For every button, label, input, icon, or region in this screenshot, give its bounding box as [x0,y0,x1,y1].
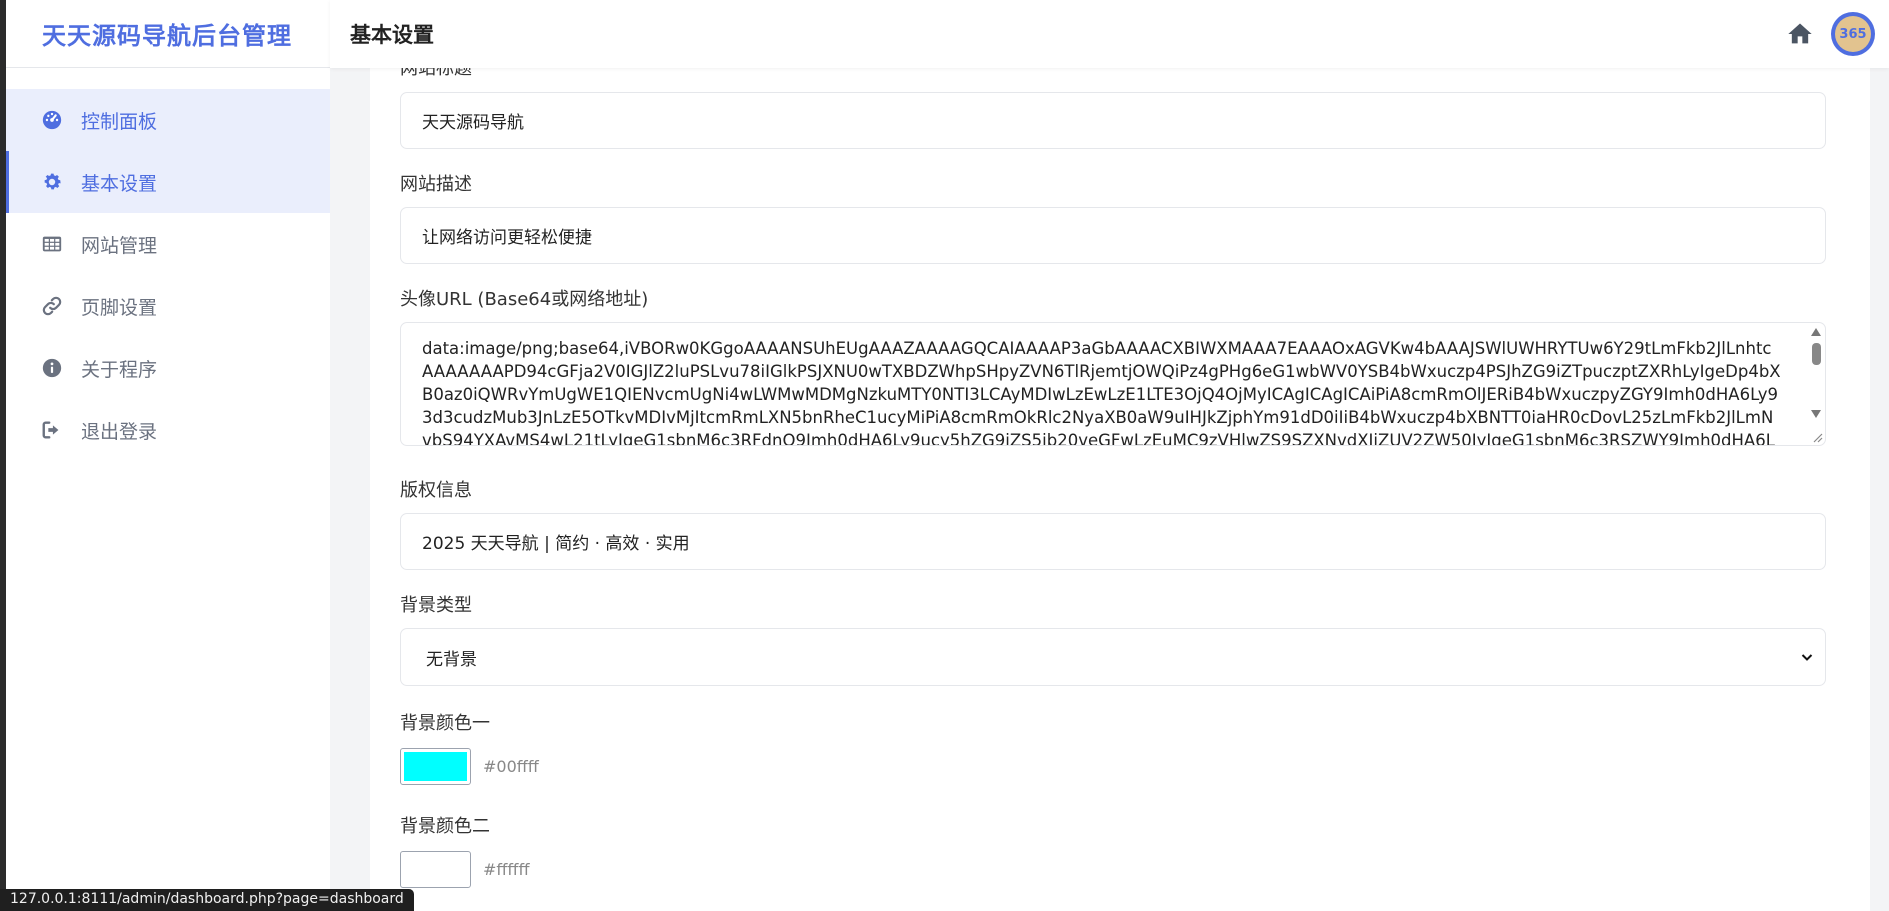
site-desc-label: 网站描述 [400,174,472,195]
sidebar-item-dashboard[interactable]: 控制面板 [6,89,330,151]
brand: 天天源码导航后台管理 [6,0,330,68]
avatar-url-text: data:image/png;base64,iVBORw0KGgoAAAANSU… [422,339,1781,446]
sidebar-item-label: 关于程序 [81,358,158,381]
bg-color1-label: 背景颜色一 [400,713,490,734]
dashboard-icon [40,108,64,132]
sidebar-item-sites[interactable]: 网站管理 [6,213,330,275]
top-actions: 365 [1785,12,1875,56]
sidebar-item-logout[interactable]: 退出登录 [6,399,330,461]
sidebar-item-label: 基本设置 [81,172,158,195]
site-desc-input[interactable]: 让网络访问更轻松便捷 [400,207,1826,264]
settings-panel: 网站标题 天天源码导航 网站描述 让网络访问更轻松便捷 头像URL (Base6… [370,0,1870,911]
bg-color1-picker[interactable] [400,748,471,785]
page-title: 基本设置 [350,23,434,47]
sidebar-item-settings[interactable]: 基本设置 [6,151,330,213]
avatar-badge: 365 [1835,16,1871,52]
sidebar-item-label: 退出登录 [81,420,158,443]
sidebar-item-label: 控制面板 [81,110,158,133]
logout-icon [40,418,64,442]
sidebar: 天天源码导航后台管理 控制面板 基本设置 网站管理 页脚设置 关于程序 退出登录 [6,0,330,911]
textarea-scrollbar[interactable] [1807,323,1825,445]
bg-color2-picker[interactable] [400,851,471,888]
copyright-label: 版权信息 [400,480,472,501]
link-icon [40,294,64,318]
bg-type-selected: 无背景 [426,649,477,670]
bg-color1-hex: #00ffff [483,757,539,776]
sidebar-item-footer[interactable]: 页脚设置 [6,275,330,337]
bg-type-label: 背景类型 [400,595,472,616]
bg-color2-swatch [404,855,467,884]
bg-color2-hex: #ffffff [483,860,530,879]
sidebar-item-label: 网站管理 [81,234,158,257]
sidebar-item-about[interactable]: 关于程序 [6,337,330,399]
table-icon [40,232,64,256]
scroll-up-arrow-icon[interactable] [1811,328,1821,336]
bg-color1-swatch [404,752,467,781]
brand-title: 天天源码导航后台管理 [42,22,292,50]
info-icon [40,356,64,380]
copyright-input[interactable]: 2025 天天导航 | 简约 · 高效 · 实用 [400,513,1826,570]
sidebar-item-label: 页脚设置 [81,296,158,319]
bg-color2-label: 背景颜色二 [400,816,490,837]
bg-type-select[interactable]: 无背景 [400,628,1826,686]
resize-grip-icon[interactable] [1809,429,1823,443]
site-title-input[interactable]: 天天源码导航 [400,92,1826,149]
sidebar-menu: 控制面板 基本设置 网站管理 页脚设置 关于程序 退出登录 [6,89,330,461]
bg-color2-row: #ffffff [400,851,529,888]
home-icon[interactable] [1785,19,1815,49]
gear-icon [40,170,64,194]
scroll-down-arrow-icon[interactable] [1811,410,1821,418]
avatar-url-label: 头像URL (Base64或网络地址) [400,289,649,310]
scroll-thumb[interactable] [1812,343,1821,365]
chevron-down-icon [1801,654,1813,661]
topbar: 基本设置 365 [330,0,1889,68]
avatar-url-textarea[interactable]: data:image/png;base64,iVBORw0KGgoAAAANSU… [400,322,1826,446]
avatar[interactable]: 365 [1831,12,1875,56]
bg-color1-row: #00ffff [400,748,539,785]
status-bar-url: 127.0.0.1:8111/admin/dashboard.php?page=… [0,889,414,911]
